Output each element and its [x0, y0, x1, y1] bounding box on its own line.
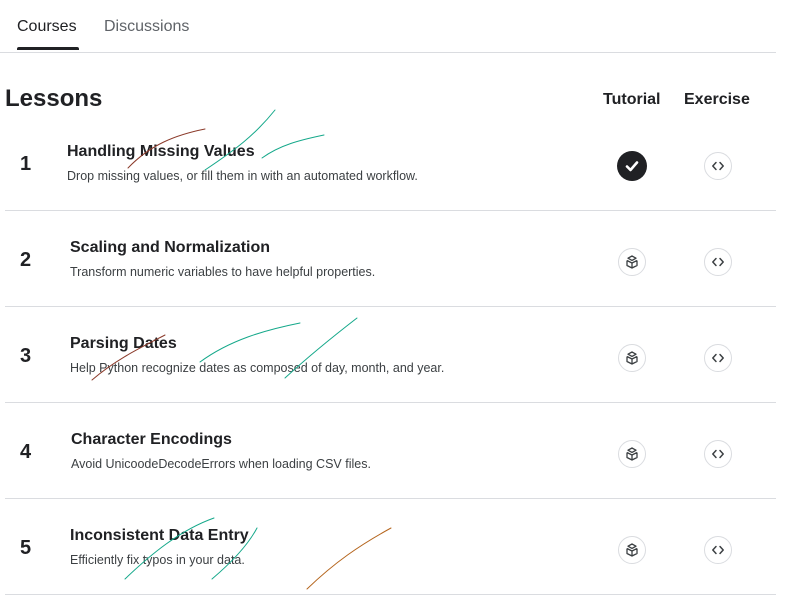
tab-discussions[interactable]: Discussions [104, 17, 189, 37]
lesson-row-4: 4 Character Encodings Avoid UnicoodeDeco… [5, 403, 776, 499]
book-icon [624, 254, 640, 270]
lesson-row-2: 2 Scaling and Normalization Transform nu… [5, 211, 776, 307]
lesson-description: Avoid UnicoodeDecodeErrors when loading … [71, 457, 371, 471]
lessons-heading: Lessons [5, 85, 103, 112]
tutorial-button[interactable] [618, 344, 646, 372]
tutorial-button[interactable] [618, 248, 646, 276]
code-brackets-icon [711, 543, 725, 557]
tab-bar: Courses Discussions [0, 0, 776, 53]
lesson-number: 4 [20, 441, 32, 463]
tutorial-button[interactable] [618, 536, 646, 564]
lesson-number: 2 [20, 249, 32, 271]
active-tab-indicator [17, 47, 79, 50]
lesson-description: Drop missing values, or fill them in wit… [67, 169, 418, 183]
book-icon [624, 446, 640, 462]
lesson-number: 3 [20, 345, 32, 367]
book-icon [624, 350, 640, 366]
tab-courses[interactable]: Courses [17, 17, 77, 37]
exercise-button[interactable] [704, 152, 732, 180]
check-icon [624, 158, 640, 174]
exercise-button[interactable] [704, 440, 732, 468]
lesson-row-1: 1 Handling Missing Values Drop missing v… [5, 115, 776, 211]
lesson-title-link[interactable]: Inconsistent Data Entry [70, 525, 249, 547]
tutorial-column-header: Tutorial [603, 91, 661, 108]
lesson-title-link[interactable]: Character Encodings [71, 429, 232, 451]
exercise-button[interactable] [704, 536, 732, 564]
lesson-title-link[interactable]: Parsing Dates [70, 333, 177, 355]
tutorial-completed-button[interactable] [617, 151, 647, 181]
exercise-column-header: Exercise [684, 91, 750, 108]
lesson-number: 5 [20, 537, 32, 559]
lesson-row-5: 5 Inconsistent Data Entry Efficiently fi… [5, 499, 776, 595]
exercise-button[interactable] [704, 248, 732, 276]
exercise-button[interactable] [704, 344, 732, 372]
lesson-row-3: 3 Parsing Dates Help Python recognize da… [5, 307, 776, 403]
book-icon [624, 542, 640, 558]
tutorial-button[interactable] [618, 440, 646, 468]
lesson-description: Help Python recognize dates as composed … [70, 361, 445, 375]
lesson-title-link[interactable]: Scaling and Normalization [70, 237, 270, 259]
lesson-title-link[interactable]: Handling Missing Values [67, 141, 255, 163]
code-brackets-icon [711, 447, 725, 461]
lesson-description: Transform numeric variables to have help… [70, 265, 376, 279]
lesson-description: Efficiently fix typos in your data. [70, 553, 245, 567]
lesson-number: 1 [20, 153, 32, 175]
code-brackets-icon [711, 159, 725, 173]
code-brackets-icon [711, 255, 725, 269]
code-brackets-icon [711, 351, 725, 365]
